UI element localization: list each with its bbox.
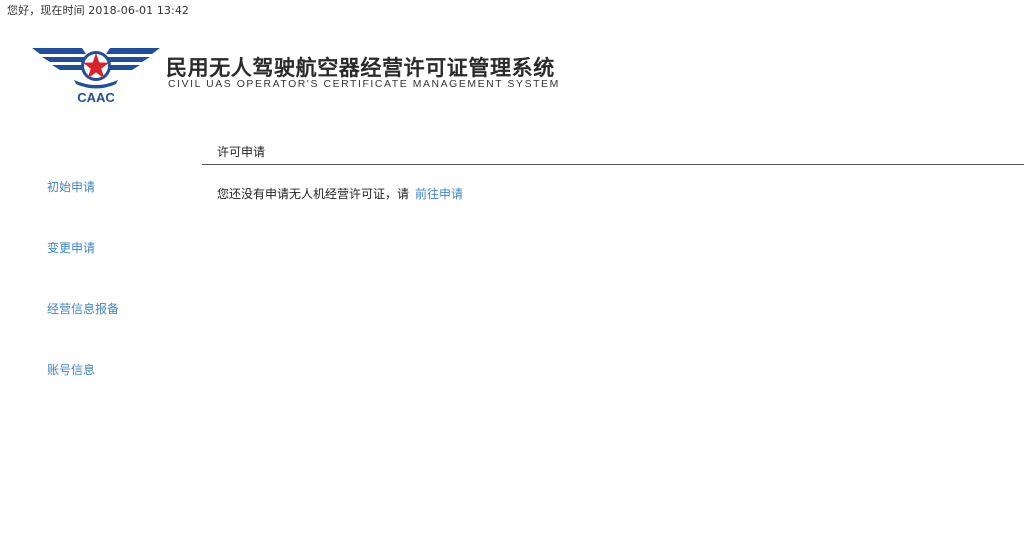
application-message: 您还没有申请无人机经营许可证，请 xyxy=(217,187,410,201)
caac-wings-icon: CAAC xyxy=(32,48,160,105)
caac-logo-text: CAAC xyxy=(77,90,115,104)
sidebar-item-business-report[interactable]: 经营信息报备 xyxy=(47,300,177,361)
system-title-cn: 民用无人驾驶航空器经营许可证管理系统 xyxy=(166,55,555,80)
greeting-time: 您好，现在时间 2018-06-01 13:42 xyxy=(7,4,190,17)
sidebar-item-change-application[interactable]: 变更申请 xyxy=(47,239,177,300)
main-content: 许可申请 您还没有申请无人机经营许可证，请 前往申请 xyxy=(202,138,1024,202)
caac-logo: CAAC xyxy=(30,44,162,105)
page: 您好，现在时间 2018-06-01 13:42 CAAC 民用无人驾驶航空器经… xyxy=(0,0,1024,558)
section-title: 许可申请 xyxy=(202,138,1024,165)
go-apply-link[interactable]: 前往申请 xyxy=(415,187,463,201)
sidebar-nav: 初始申请 变更申请 经营信息报备 账号信息 xyxy=(47,178,177,422)
system-title-en: CIVIL UAS OPERATOR'S CERTIFICATE MANAGEM… xyxy=(168,79,560,90)
sidebar-item-account-info[interactable]: 账号信息 xyxy=(47,361,177,422)
application-message-row: 您还没有申请无人机经营许可证，请 前往申请 xyxy=(202,185,1024,202)
sidebar-item-initial-application[interactable]: 初始申请 xyxy=(47,178,177,239)
